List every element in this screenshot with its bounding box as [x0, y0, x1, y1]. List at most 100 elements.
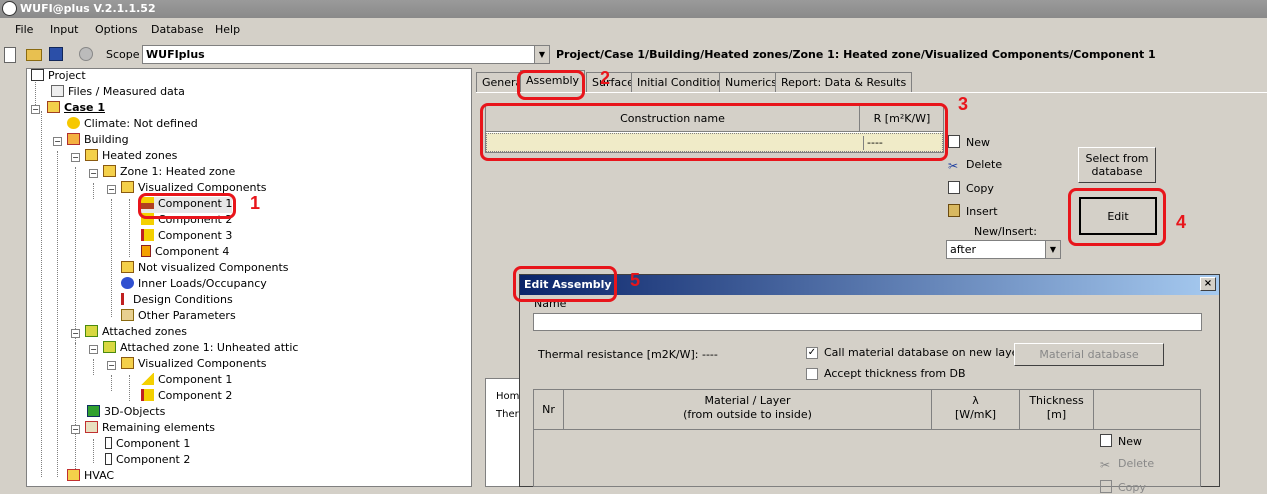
new-button[interactable]: New — [948, 135, 990, 149]
accept-thickness-checkbox[interactable] — [806, 368, 818, 380]
menu-input[interactable]: Input — [50, 23, 78, 36]
tree-node-case[interactable]: Case 1 — [47, 101, 105, 117]
annotation-number: 5 — [630, 270, 641, 290]
tree-node-remaining-component-1[interactable]: Component 1 — [105, 437, 190, 453]
collapse-icon[interactable]: − — [71, 425, 80, 434]
tree-node-attic-component-1[interactable]: Component 1 — [141, 373, 232, 389]
project-tree[interactable]: Project Files / Measured data − Case 1 C… — [26, 68, 472, 487]
chevron-down-icon[interactable]: ▼ — [1045, 241, 1060, 258]
tree-node-attic[interactable]: Attached zone 1: Unheated attic — [103, 341, 298, 357]
annotation-highlight-component — [138, 193, 236, 219]
parameters-icon — [121, 309, 134, 321]
annotation-highlight-edit-button — [1068, 188, 1166, 246]
collapse-icon[interactable]: − — [53, 137, 62, 146]
annotation-number: 3 — [958, 94, 969, 114]
tree-node-building[interactable]: Building — [67, 133, 129, 149]
menu-file[interactable]: File — [15, 23, 33, 36]
annotation-number: 2 — [600, 68, 611, 88]
tree-connector — [75, 343, 76, 479]
tree-node-3d-objects[interactable]: 3D-Objects — [87, 405, 165, 421]
tree-node-component-4[interactable]: Component 4 — [141, 245, 229, 261]
menu-database[interactable]: Database — [151, 23, 204, 36]
insert-button[interactable]: Insert — [948, 204, 998, 218]
tab-report[interactable]: Report: Data & Results — [775, 72, 913, 92]
collapse-icon[interactable]: − — [71, 153, 80, 162]
new-file-icon[interactable] — [4, 47, 16, 63]
delete-button[interactable]: ✂ Delete — [948, 158, 1002, 173]
tree-node-heated-zones[interactable]: Heated zones — [85, 149, 177, 165]
tree-node-other-parameters[interactable]: Other Parameters — [121, 309, 236, 325]
component-icon — [141, 389, 154, 401]
collapse-icon[interactable]: − — [107, 361, 116, 370]
tree-connector — [111, 199, 112, 317]
tree-node-zone1[interactable]: Zone 1: Heated zone — [103, 165, 235, 181]
tree-node-component-3[interactable]: Component 3 — [141, 229, 232, 245]
layer-new-button[interactable]: New — [1100, 434, 1142, 448]
tree-node-attic-visualized[interactable]: Visualized Components — [121, 357, 267, 373]
house-icon — [121, 261, 134, 273]
scope-label: Scope — [106, 48, 140, 61]
tab-general[interactable]: General — [476, 72, 520, 92]
collapse-icon[interactable]: − — [107, 185, 116, 194]
tree-connector — [41, 111, 42, 477]
material-database-button[interactable]: Material database — [1014, 343, 1164, 366]
column-thickness[interactable]: Thickness [m] — [1020, 390, 1094, 430]
app-icon — [2, 1, 17, 16]
toolbar: Scope WUFIplus ▼ Project/Case 1/Building… — [0, 44, 1267, 66]
climate-icon — [67, 117, 80, 129]
name-field[interactable] — [533, 313, 1202, 331]
call-db-checkbox[interactable]: ✓ — [806, 347, 818, 359]
roof-component-icon — [141, 373, 154, 385]
tree-node-files[interactable]: Files / Measured data — [51, 85, 185, 101]
column-material[interactable]: Material / Layer (from outside to inside… — [564, 390, 932, 430]
close-icon[interactable]: × — [1200, 277, 1216, 291]
menu-bar: File Input Options Database Help — [0, 20, 1267, 40]
tree-node-climate[interactable]: Climate: Not defined — [67, 117, 198, 133]
column-lambda[interactable]: λ [W/mK] — [932, 390, 1020, 430]
column-nr[interactable]: Nr — [534, 390, 564, 430]
tree-node-attached-zones[interactable]: Attached zones — [85, 325, 187, 341]
tree-node-remaining-elements[interactable]: Remaining elements — [85, 421, 215, 437]
tree-node-not-visualized[interactable]: Not visualized Components — [121, 261, 289, 277]
menu-help[interactable]: Help — [215, 23, 240, 36]
tree-node-hvac[interactable]: HVAC — [67, 469, 114, 485]
new-file-icon — [948, 135, 960, 148]
copy-button[interactable]: Copy — [948, 181, 994, 195]
collapse-icon[interactable]: − — [31, 105, 40, 114]
save-icon[interactable] — [49, 47, 63, 61]
files-icon — [51, 85, 64, 97]
open-folder-icon[interactable] — [26, 49, 42, 61]
new-insert-select[interactable]: after ▼ — [946, 240, 1061, 259]
menu-options[interactable]: Options — [95, 23, 137, 36]
case-icon — [47, 101, 60, 113]
chevron-down-icon[interactable]: ▼ — [534, 46, 549, 63]
tree-node-project[interactable]: Project — [31, 69, 86, 85]
layer-delete-button[interactable]: ✂ Delete — [1100, 457, 1154, 472]
annotation-highlight-assembly-table — [480, 103, 948, 161]
window-title-bar: WUFI@plus V.2.1.1.52 — [0, 0, 1267, 18]
scissors-icon: ✂ — [948, 159, 959, 173]
loads-icon — [121, 277, 134, 289]
tree-node-inner-loads[interactable]: Inner Loads/Occupancy — [121, 277, 267, 293]
tree-node-remaining-component-2[interactable]: Component 2 — [105, 453, 190, 469]
door-icon — [105, 453, 112, 465]
collapse-icon[interactable]: − — [71, 329, 80, 338]
breadcrumb: Project/Case 1/Building/Heated zones/Zon… — [556, 48, 1156, 61]
select-from-database-button[interactable]: Select from database — [1078, 147, 1156, 183]
objects-icon — [87, 405, 100, 417]
house-icon — [85, 325, 98, 337]
collapse-icon[interactable]: − — [89, 345, 98, 354]
tree-connector — [93, 183, 94, 199]
layer-copy-button[interactable]: Copy — [1100, 480, 1146, 494]
tab-numerics[interactable]: Numerics — [719, 72, 784, 92]
thermal-resistance-text: Thermal resistance [m2K/W]: ---- — [538, 348, 718, 361]
house-icon — [121, 181, 134, 193]
scope-select[interactable]: WUFIplus ▼ — [142, 45, 550, 64]
help-icon[interactable] — [79, 47, 93, 61]
collapse-icon[interactable]: − — [89, 169, 98, 178]
tree-node-design-conditions[interactable]: Design Conditions — [121, 293, 233, 309]
layer-table[interactable]: Nr Material / Layer (from outside to ins… — [533, 389, 1201, 494]
building-icon — [67, 133, 80, 145]
dialog-title-bar[interactable]: Edit Assembly × — [520, 275, 1219, 295]
tree-node-attic-component-2[interactable]: Component 2 — [141, 389, 232, 405]
